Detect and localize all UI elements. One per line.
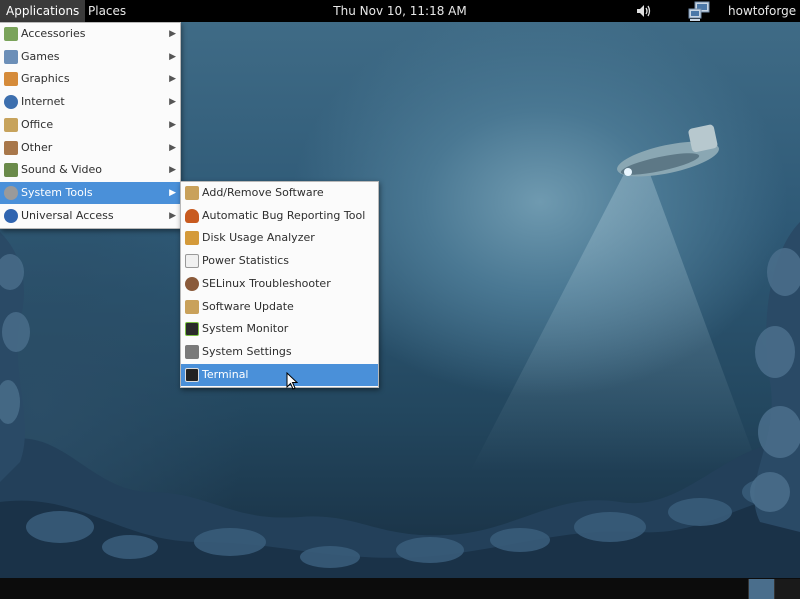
workspace-1[interactable] — [748, 579, 775, 599]
menu-item-label: System Tools — [21, 186, 93, 199]
menu-item-label: System Monitor — [202, 322, 289, 335]
places-menu-button[interactable]: Places — [82, 0, 132, 22]
chevron-right-icon: ▶ — [169, 143, 176, 153]
volume-icon[interactable] — [636, 4, 652, 18]
menu-item-accessories[interactable]: Accessories ▶ — [0, 23, 180, 45]
menu-item-disk-usage-analyzer[interactable]: Disk Usage Analyzer — [181, 227, 378, 249]
menu-item-label: Office — [21, 118, 54, 131]
chevron-right-icon: ▶ — [169, 165, 176, 175]
system-tools-submenu: Add/Remove Software Automatic Bug Report… — [180, 181, 379, 388]
menu-item-software-update[interactable]: Software Update — [181, 296, 378, 318]
menu-item-system-monitor[interactable]: System Monitor — [181, 318, 378, 340]
graphics-icon — [4, 72, 18, 86]
menu-item-office[interactable]: Office ▶ — [0, 114, 180, 136]
menu-item-label: SELinux Troubleshooter — [202, 277, 331, 290]
chevron-right-icon: ▶ — [169, 211, 176, 221]
menu-item-label: Graphics — [21, 72, 70, 85]
workspace-2[interactable] — [774, 579, 800, 599]
menu-item-system-settings[interactable]: System Settings — [181, 341, 378, 363]
office-icon — [4, 118, 18, 132]
menu-item-other[interactable]: Other ▶ — [0, 137, 180, 159]
system-monitor-icon — [185, 322, 199, 336]
bottom-panel — [0, 578, 800, 599]
network-icon[interactable] — [688, 1, 712, 21]
chevron-right-icon: ▶ — [169, 97, 176, 107]
terminal-icon — [185, 368, 199, 382]
chevron-right-icon: ▶ — [169, 74, 176, 84]
selinux-icon — [185, 277, 199, 291]
power-statistics-icon — [185, 254, 199, 268]
accessories-icon — [4, 27, 18, 41]
chevron-right-icon: ▶ — [169, 120, 176, 130]
chevron-right-icon: ▶ — [169, 29, 176, 39]
menu-item-label: Internet — [21, 95, 65, 108]
settings-icon — [185, 345, 199, 359]
submarine-art — [617, 124, 719, 177]
system-tools-icon — [4, 186, 18, 200]
menu-item-internet[interactable]: Internet ▶ — [0, 91, 180, 113]
menu-item-add-remove-software[interactable]: Add/Remove Software — [181, 182, 378, 204]
universal-access-icon — [4, 209, 18, 223]
software-update-icon — [185, 300, 199, 314]
menu-item-selinux-troubleshooter[interactable]: SELinux Troubleshooter — [181, 273, 378, 295]
menu-item-label: Games — [21, 50, 60, 63]
disk-usage-icon — [185, 231, 199, 245]
menu-item-sound-video[interactable]: Sound & Video ▶ — [0, 159, 180, 181]
menu-item-bug-reporting-tool[interactable]: Automatic Bug Reporting Tool — [181, 205, 378, 227]
menu-item-label: Other — [21, 141, 53, 154]
chevron-right-icon: ▶ — [169, 52, 176, 62]
applications-menu: Accessories ▶ Games ▶ Graphics ▶ Interne… — [0, 22, 181, 229]
games-icon — [4, 50, 18, 64]
menu-item-label: Add/Remove Software — [202, 186, 324, 199]
clock[interactable]: Thu Nov 10, 11:18 AM — [333, 4, 466, 18]
menu-item-label: Accessories — [21, 27, 86, 40]
menu-item-power-statistics[interactable]: Power Statistics — [181, 250, 378, 272]
menu-item-games[interactable]: Games ▶ — [0, 46, 180, 68]
menu-item-label: Power Statistics — [202, 254, 290, 267]
other-icon — [4, 141, 18, 155]
menu-item-label: Sound & Video — [21, 163, 103, 176]
mouse-cursor-icon — [286, 372, 298, 390]
menu-item-label: System Settings — [202, 345, 292, 358]
menu-item-terminal[interactable]: Terminal — [181, 364, 378, 386]
menu-item-label: Automatic Bug Reporting Tool — [202, 209, 366, 222]
applications-menu-button[interactable]: Applications — [0, 0, 86, 22]
menu-item-label: Software Update — [202, 300, 294, 313]
menu-item-label: Disk Usage Analyzer — [202, 231, 315, 244]
chevron-right-icon: ▶ — [169, 188, 176, 198]
bug-icon — [185, 209, 199, 223]
user-menu[interactable]: howtoforge — [724, 0, 800, 22]
internet-icon — [4, 95, 18, 109]
menu-item-graphics[interactable]: Graphics ▶ — [0, 68, 180, 90]
package-icon — [185, 186, 199, 200]
menu-item-label: Universal Access — [21, 209, 114, 222]
menu-item-universal-access[interactable]: Universal Access ▶ — [0, 205, 180, 227]
menu-item-system-tools[interactable]: System Tools ▶ — [0, 182, 180, 204]
sound-video-icon — [4, 163, 18, 177]
top-panel: Applications Places Thu Nov 10, 11:18 AM… — [0, 0, 800, 22]
menu-item-label: Terminal — [202, 368, 249, 381]
